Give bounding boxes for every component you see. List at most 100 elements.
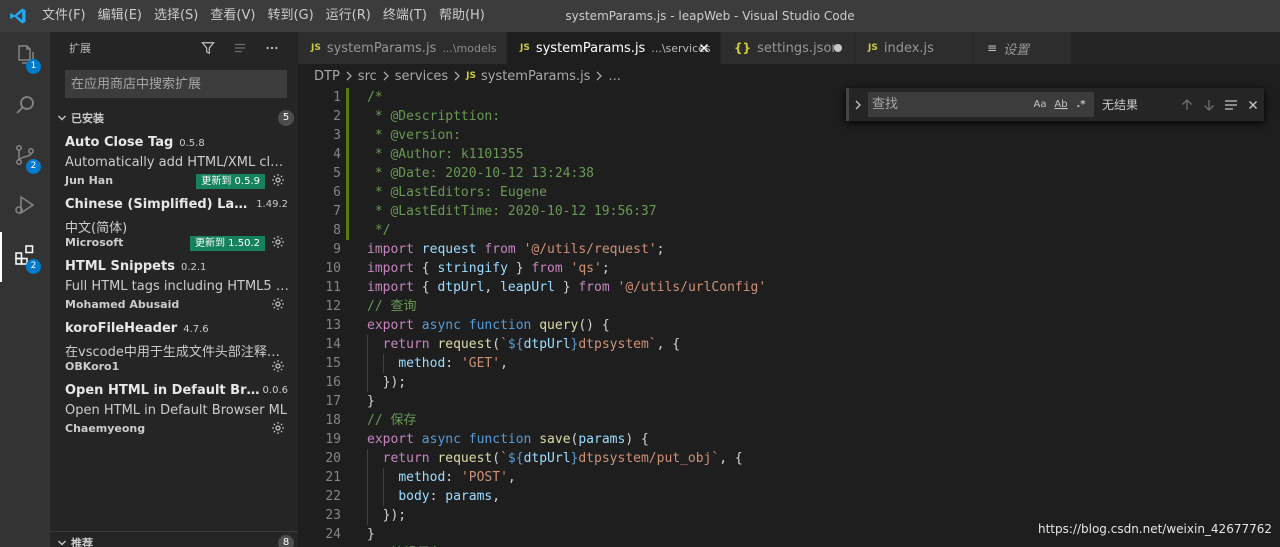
indent-guide xyxy=(367,335,368,354)
indent-guide xyxy=(383,468,384,487)
code-token: , { xyxy=(656,337,681,352)
extension-publisher: Jun Han xyxy=(65,174,114,187)
extension-item-html-snippets[interactable]: HTML Snippets 0.2.1 Full HTML tags includ… xyxy=(50,258,298,320)
breadcrumb-item[interactable]: src xyxy=(358,69,377,84)
activity-search[interactable] xyxy=(0,82,50,132)
code-line[interactable]: 13 export async function query() { xyxy=(298,316,1280,335)
installed-section-header[interactable]: 已安装 5 xyxy=(50,107,298,129)
code-token: * @Descripttion: xyxy=(367,109,501,124)
menu-help[interactable]: 帮助(H) xyxy=(433,0,491,32)
added-line-gutter-marker xyxy=(346,164,349,183)
match-whole-word-button[interactable]: Ab̲ xyxy=(1052,96,1070,113)
code-line[interactable]: 3 * @version: xyxy=(298,126,1280,145)
code-line[interactable]: 18 // 保存 xyxy=(298,411,1280,430)
arrow-down-icon[interactable] xyxy=(1198,94,1220,116)
breadcrumb-file[interactable]: systemParams.js xyxy=(481,69,590,84)
chevron-right-icon xyxy=(595,71,603,81)
toggle-replace-button[interactable] xyxy=(846,88,866,121)
code-line[interactable]: 9 import request from '@/utils/request'; xyxy=(298,240,1280,259)
code-line[interactable]: 14 return request(`${dtpUrl}dtpsystem`, … xyxy=(298,335,1280,354)
code-token: }); xyxy=(367,375,407,390)
more-actions-icon[interactable] xyxy=(262,38,282,58)
tab-settings-ui[interactable]: ≡ 设置 xyxy=(974,32,1072,64)
arrow-up-icon[interactable] xyxy=(1176,94,1198,116)
code-line[interactable]: 21 method: 'POST', xyxy=(298,468,1280,487)
code-line[interactable]: 7 * @LastEditTime: 2020-10-12 19:56:37 xyxy=(298,202,1280,221)
extension-item-korofileheader[interactable]: koroFileHeader4.7.6 在vscode中用于生成文件头部注释和函… xyxy=(50,320,298,382)
code-line[interactable]: 5 * @Date: 2020-10-12 13:24:38 xyxy=(298,164,1280,183)
code-token: { xyxy=(413,261,438,276)
filter-icon[interactable] xyxy=(198,38,218,58)
code-line[interactable]: 19 export async function save(params) { xyxy=(298,430,1280,449)
code-token: , xyxy=(484,280,501,295)
menu-view[interactable]: 查看(V) xyxy=(204,0,261,32)
chevron-down-icon xyxy=(54,535,70,547)
unsaved-dot-icon[interactable] xyxy=(834,44,842,52)
code-line[interactable]: 17} xyxy=(298,392,1280,411)
breadcrumb: DTP src services JS systemParams.js ... xyxy=(298,64,1280,88)
recommended-section-header[interactable]: 推荐 8 xyxy=(50,531,298,547)
breadcrumb-item[interactable]: DTP xyxy=(314,69,340,84)
gear-icon[interactable] xyxy=(270,420,286,436)
code-line[interactable]: 15 method: 'GET', xyxy=(298,354,1280,373)
activity-extensions[interactable]: 2 xyxy=(0,232,50,282)
extension-item-auto-close-tag[interactable]: Auto Close Tag 0.5.8 Automatically add HT… xyxy=(50,134,298,196)
code-line[interactable]: 4 * @Author: k1101355 xyxy=(298,145,1280,164)
menu-terminal[interactable]: 终端(T) xyxy=(377,0,433,32)
gear-icon[interactable] xyxy=(270,296,286,312)
clear-extensions-icon[interactable] xyxy=(230,38,250,58)
code-line[interactable]: 6 * @LastEditors: Eugene xyxy=(298,183,1280,202)
menu-go[interactable]: 转到(G) xyxy=(261,0,319,32)
code-line[interactable]: 11 import { dtpUrl, leapUrl } from '@/uti… xyxy=(298,278,1280,297)
tab-settings-json[interactable]: {} settings.json xyxy=(721,32,855,64)
code-token: body xyxy=(398,489,430,504)
activity-explorer[interactable]: 1 xyxy=(0,32,50,82)
extension-item-open-html-in-browser[interactable]: Open HTML in Default Browser 0.0.6 Open … xyxy=(50,382,298,444)
tab-systemparams-services[interactable]: JS systemParams.js ...\services xyxy=(507,32,721,64)
activity-source-control[interactable]: 2 xyxy=(0,132,50,182)
line-number: 20 xyxy=(325,451,341,466)
update-button[interactable]: 更新到 1.50.2 xyxy=(190,236,265,251)
use-regex-button[interactable]: .* xyxy=(1072,96,1090,113)
code-line[interactable]: 22 body: params, xyxy=(298,487,1280,506)
code-line[interactable]: 10 import { stringify } from 'qs'; xyxy=(298,259,1280,278)
find-input[interactable] xyxy=(868,92,1018,117)
code-editor[interactable]: 1/* 2 * @Descripttion: 3 * @version: 4 * @A… xyxy=(298,88,1280,547)
breadcrumb-symbol[interactable]: ... xyxy=(608,69,620,84)
extensions-badge: 2 xyxy=(26,259,41,274)
tab-index-js[interactable]: JS index.js xyxy=(855,32,974,64)
menu-file[interactable]: 文件(F) xyxy=(36,0,92,32)
gear-icon[interactable] xyxy=(270,358,286,374)
extension-version: 4.7.6 xyxy=(183,324,209,335)
watermark-url: https://blog.csdn.net/weixin_42677762 xyxy=(1037,522,1272,536)
code-line[interactable]: 12 // 查询 xyxy=(298,297,1280,316)
find-in-selection-icon[interactable] xyxy=(1220,94,1242,116)
js-file-icon: JS xyxy=(466,71,476,81)
breadcrumb-item[interactable]: services xyxy=(395,69,448,84)
extension-item-chinese-language-pack[interactable]: Chinese (Simplified) Language Pack for V… xyxy=(50,196,298,258)
code-line[interactable]: 20 return request(`${dtpUrl}dtpsystem/pu… xyxy=(298,449,1280,468)
match-case-button[interactable]: Aa xyxy=(1031,96,1049,113)
extension-search-input[interactable] xyxy=(65,70,287,98)
gear-icon[interactable] xyxy=(270,234,286,250)
menu-edit[interactable]: 编辑(E) xyxy=(92,0,148,32)
code-line[interactable]: 8 */ xyxy=(298,221,1280,240)
menu-run[interactable]: 运行(R) xyxy=(320,0,377,32)
menu-selection[interactable]: 选择(S) xyxy=(148,0,204,32)
added-line-gutter-marker xyxy=(346,88,349,107)
code-token: method xyxy=(398,470,446,485)
gear-icon[interactable] xyxy=(270,172,286,188)
find-input-container: Aa Ab̲ .* xyxy=(868,92,1094,117)
recommended-section-title: 推荐 xyxy=(71,536,93,547)
run-debug-icon xyxy=(13,193,37,221)
code-line[interactable]: 16 }); xyxy=(298,373,1280,392)
tab-systemparams-models[interactable]: JS systemParams.js ...\models xyxy=(298,32,507,64)
extension-publisher: Mohamed Abusaid xyxy=(65,298,180,311)
line-number: 4 xyxy=(333,147,341,162)
close-icon[interactable] xyxy=(696,40,712,56)
close-icon[interactable] xyxy=(1242,94,1264,116)
line-number: 7 xyxy=(333,204,341,219)
code-token: * @LastEditTime: 2020-10-12 19:56:37 xyxy=(367,204,657,219)
update-button[interactable]: 更新到 0.5.9 xyxy=(196,174,265,189)
activity-run-debug[interactable] xyxy=(0,182,50,232)
